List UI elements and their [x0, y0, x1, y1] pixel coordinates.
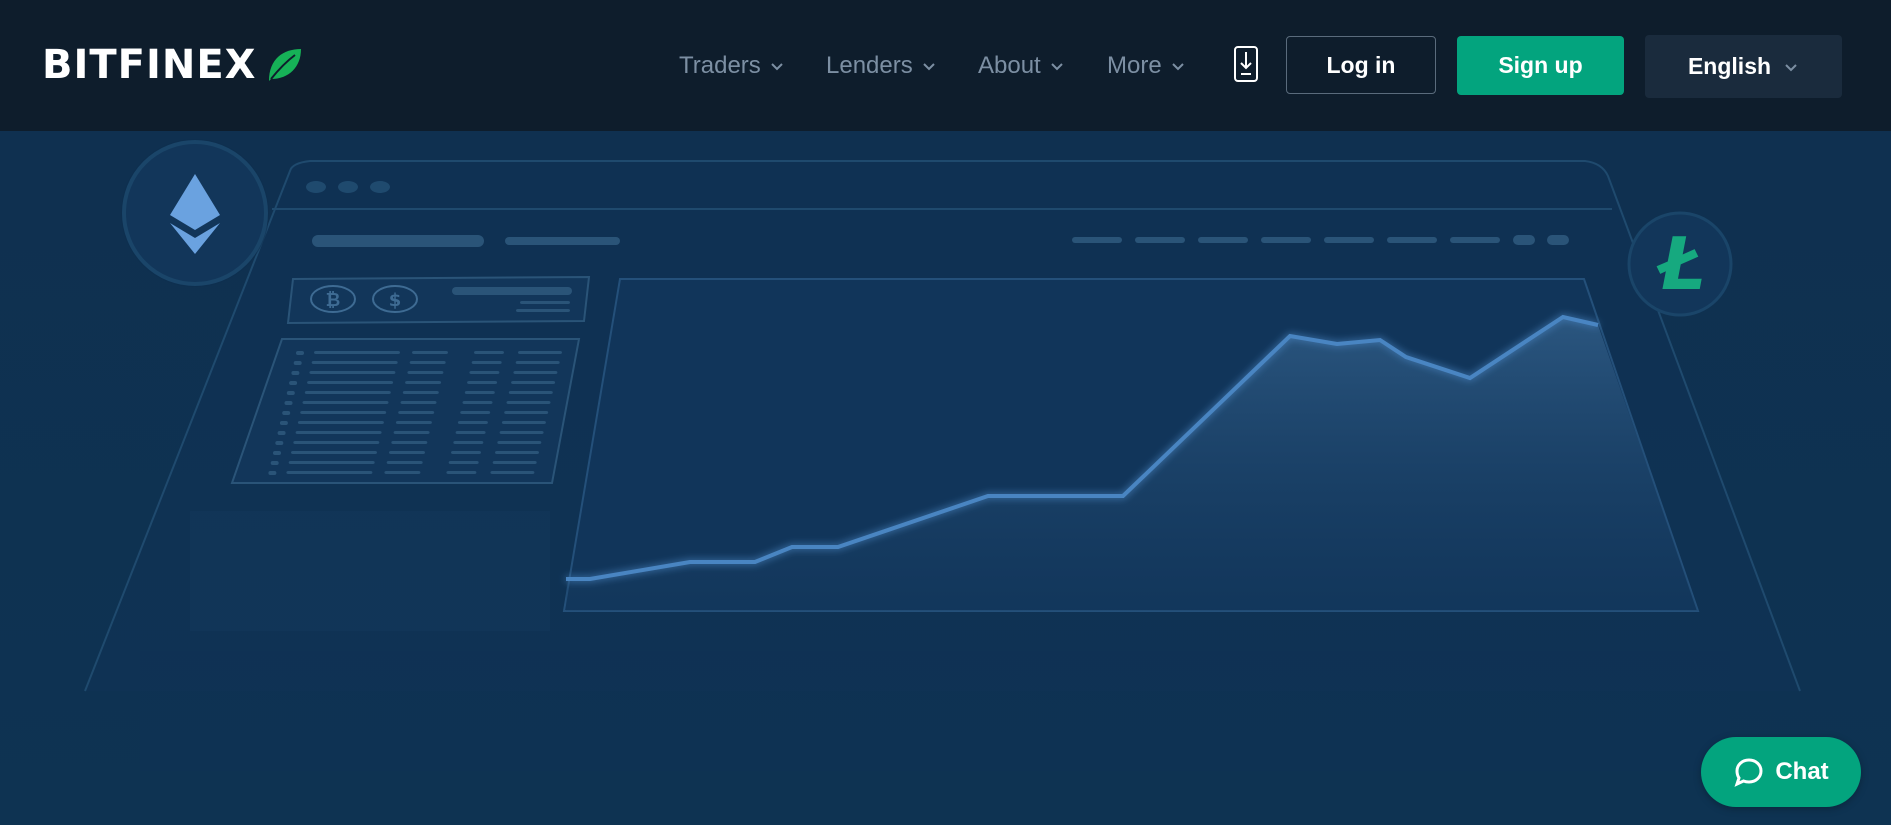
order-book-bar [386, 461, 423, 464]
chevron-down-icon [771, 63, 783, 71]
order-book-dot [277, 431, 286, 435]
order-book-bar [311, 361, 398, 364]
order-book-bar [307, 381, 394, 384]
order-book-bar [286, 471, 373, 474]
order-book-bar [448, 461, 479, 464]
order-book-dot [284, 401, 293, 405]
order-book-bar [462, 401, 493, 404]
svg-text:₿: ₿ [326, 290, 341, 311]
order-book-bar [295, 431, 382, 434]
order-book-bar [469, 371, 500, 374]
order-book-bar [511, 381, 556, 384]
order-book-bar [490, 471, 535, 474]
hero-illustration: ₿ $ Ł [84, 139, 1801, 771]
nav-about[interactable]: About [978, 46, 1065, 86]
order-book-dot [279, 421, 288, 425]
order-book-bar [492, 461, 537, 464]
order-book-bar [467, 381, 498, 384]
chevron-down-icon [1171, 63, 1184, 71]
order-book-bar [384, 471, 421, 474]
order-book-bar [501, 421, 546, 424]
chat-bubble-icon [1734, 758, 1763, 787]
order-book-dot [289, 381, 298, 385]
order-book-dot [286, 391, 295, 395]
order-book-dot [275, 441, 284, 445]
order-book-bar [518, 351, 562, 354]
order-book-bar [453, 441, 484, 444]
language-label: English [1687, 53, 1772, 79]
order-book-bar [497, 441, 542, 444]
signup-button[interactable]: Sign up [1457, 36, 1624, 95]
order-book-bar [515, 361, 560, 364]
order-book-bar [513, 371, 558, 374]
order-book-bar [471, 361, 502, 364]
order-book-bar [398, 411, 435, 414]
order-book-dot [270, 461, 279, 465]
order-book-bar [395, 421, 432, 424]
nav-about-label: About [978, 52, 1041, 79]
order-book-bar [457, 421, 488, 424]
order-book-bar [508, 391, 553, 394]
svg-text:Ł: Ł [1656, 222, 1706, 306]
order-book-bar [460, 411, 491, 414]
order-book-bar [300, 411, 387, 414]
nav-more-label: More [1107, 52, 1162, 79]
order-book-bar [314, 351, 400, 354]
order-book-bar [409, 361, 446, 364]
brand-name: BITFINEX [42, 42, 257, 88]
order-book-bar [293, 441, 380, 444]
ethereum-icon [121, 139, 269, 287]
order-book-bar [291, 451, 377, 454]
nav-lenders-label: Lenders [826, 52, 913, 79]
nav-traders-label: Traders [679, 52, 761, 79]
chevron-down-icon [1785, 63, 1797, 71]
order-book-bar [393, 431, 430, 434]
order-book-dot [282, 411, 291, 415]
mobile-download-icon[interactable] [1233, 46, 1259, 82]
order-book-bar [304, 391, 391, 394]
order-book-bar [302, 401, 389, 404]
chevron-down-icon [923, 63, 935, 71]
order-book-bar [504, 411, 549, 414]
order-book-dot [291, 371, 300, 375]
nav-more[interactable]: More [1107, 46, 1186, 86]
nav-lenders[interactable]: Lenders [826, 46, 937, 86]
chat-label: Chat [1775, 758, 1829, 785]
chevron-down-icon [1051, 63, 1063, 71]
login-button[interactable]: Log in [1286, 36, 1436, 94]
leaf-icon [268, 49, 301, 81]
order-book-bar [474, 351, 504, 354]
order-book-bar [405, 381, 442, 384]
hero-section: ₿ $ Ł [0, 131, 1891, 825]
order-book-bar [495, 451, 539, 454]
order-book-bar [506, 401, 551, 404]
window-dots [306, 181, 390, 193]
nav-traders[interactable]: Traders [679, 46, 785, 86]
order-book-dot [268, 471, 277, 475]
order-book-bar [451, 451, 481, 454]
brand-logo[interactable]: BITFINEX [42, 40, 303, 90]
order-book-bar [288, 461, 375, 464]
order-book-bar [464, 391, 495, 394]
language-selector[interactable]: English [1645, 35, 1842, 98]
order-book-bar [389, 451, 425, 454]
order-book-bar [499, 431, 544, 434]
order-book-bar [407, 371, 444, 374]
order-book-bar [309, 371, 396, 374]
order-book-bar [297, 421, 384, 424]
order-book-bar [391, 441, 428, 444]
order-book-bar [412, 351, 448, 354]
order-book-dot [273, 451, 281, 455]
order-book-bar [446, 471, 477, 474]
order-book-dot [296, 351, 304, 355]
top-navbar: BITFINEX Traders Lenders About More Log … [0, 0, 1891, 131]
order-book-bar [455, 431, 486, 434]
order-book-bar [402, 391, 439, 394]
order-book-dot [293, 361, 302, 365]
svg-text:$: $ [389, 290, 402, 311]
litecoin-icon: Ł [1627, 211, 1733, 317]
order-book-bar [400, 401, 437, 404]
chat-button[interactable]: Chat [1701, 737, 1861, 807]
